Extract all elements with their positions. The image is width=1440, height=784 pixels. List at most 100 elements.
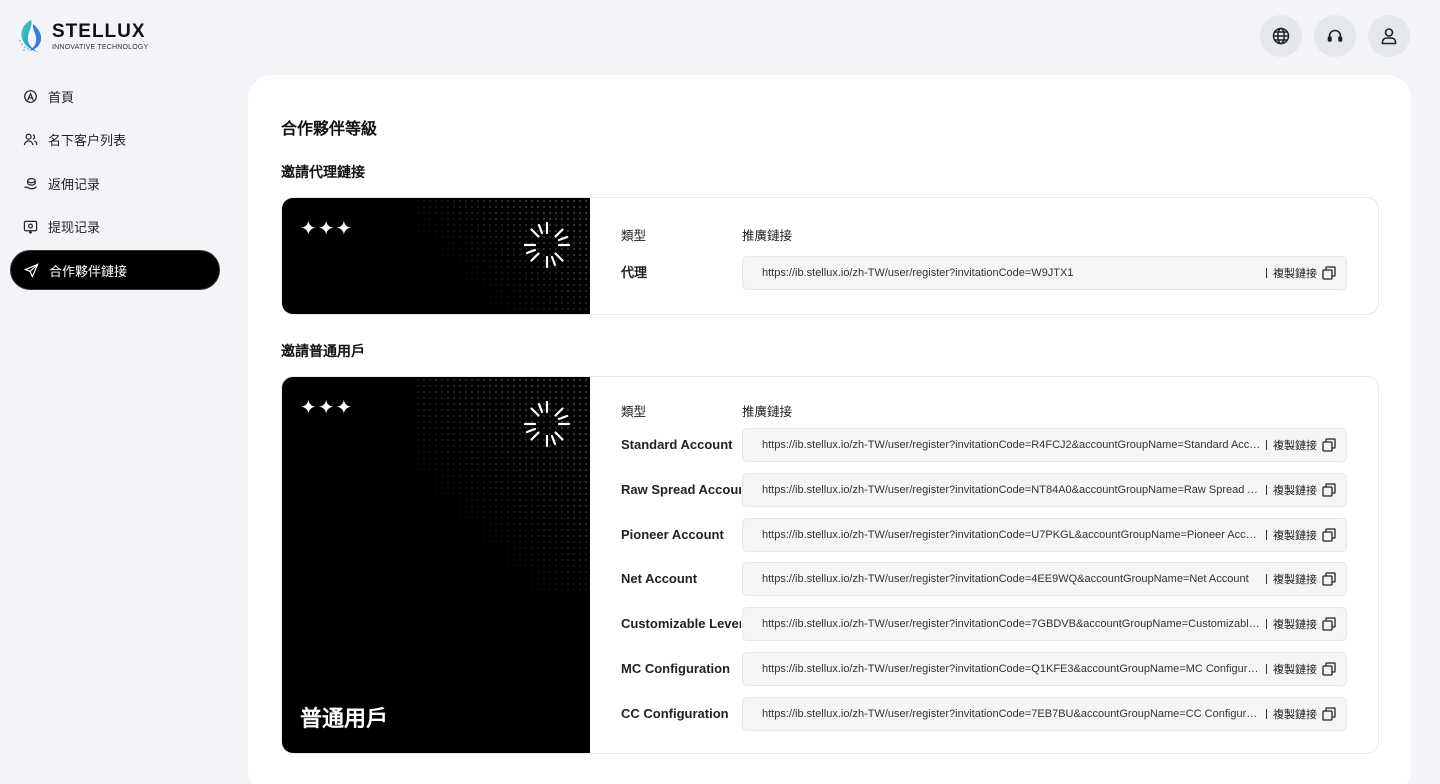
stars-icon: ✦✦✦ (300, 397, 354, 419)
link-row: Raw Spread Account https://ib.stellux.io/… (621, 472, 1347, 507)
copy-link-label: 複製鏈接 (1273, 708, 1317, 721)
link-url[interactable]: https://ib.stellux.io/zh-TW/user/registe… (743, 529, 1262, 541)
link-row: Standard Account https://ib.stellux.io/zh… (621, 428, 1347, 462)
sidebar-item-clients[interactable]: 名下客户列表 (10, 120, 220, 160)
link-url[interactable]: https://ib.stellux.io/zh-TW/user/registe… (743, 484, 1262, 496)
copy-icon (1322, 438, 1336, 452)
column-header-link: 推廣鏈接 (742, 405, 793, 419)
link-field[interactable]: https://ib.stellux.io/zh-TW/user/registe… (742, 607, 1347, 642)
link-field[interactable]: https://ib.stellux.io/zh-TW/user/registe… (742, 517, 1347, 552)
agent-banner: ✦✦✦ (282, 198, 590, 314)
headset-icon (1327, 29, 1343, 42)
agent-section-title: 邀請代理鏈接 (281, 164, 365, 180)
user-section-title: 邀請普通用戶 (281, 343, 365, 359)
link-url[interactable]: https://ib.stellux.io/zh-TW/user/registe… (743, 618, 1262, 630)
row-type-label: Net Account (621, 571, 698, 587)
main-panel: 合作夥伴等級 邀請代理鏈接 ✦✦✦ 類型 推廣鏈接 代理 https://ib.… (248, 75, 1411, 784)
link-row: Net Account https://ib.stellux.io/zh-TW/u… (621, 562, 1347, 597)
link-url[interactable]: https://ib.stellux.io/zh-TW/user/registe… (743, 267, 1262, 279)
sidebar-item-withdraw[interactable]: 提现记录 (10, 207, 220, 247)
link-field[interactable]: https://ib.stellux.io/zh-TW/user/registe… (742, 472, 1347, 507)
logo-name: STELLUX (52, 20, 146, 42)
sidebar-item-label: 合作夥伴鏈接 (49, 263, 128, 279)
copy-icon (1322, 617, 1336, 631)
link-field[interactable]: https://ib.stellux.io/zh-TW/user/registe… (742, 256, 1347, 290)
sidebar-item-label: 名下客户列表 (48, 133, 127, 148)
sidebar: 首頁 名下客户列表 返佣记录 提现记录 合作夥伴鏈接 (10, 76, 220, 294)
link-row: Pioneer Account https://ib.stellux.io/zh-… (621, 517, 1347, 552)
copy-link-button[interactable]: 複製鏈接 (1267, 571, 1346, 587)
copy-link-button[interactable]: 複製鏈接 (1267, 616, 1346, 632)
copy-link-label: 複製鏈接 (1273, 484, 1317, 497)
language-button[interactable] (1260, 15, 1302, 57)
sidebar-item-label: 提现记录 (48, 220, 101, 235)
link-url[interactable]: https://ib.stellux.io/zh-TW/user/registe… (743, 573, 1262, 585)
banner-label: 普通用戶 (300, 706, 389, 731)
sidebar-item-home[interactable]: 首頁 (10, 76, 220, 116)
header-actions (1260, 15, 1410, 57)
link-field[interactable]: https://ib.stellux.io/zh-TW/user/registe… (742, 428, 1347, 462)
link-row: CC Configuration https://ib.stellux.io/zh… (621, 696, 1347, 731)
copy-link-button[interactable]: 複製鏈接 (1267, 527, 1346, 543)
logo[interactable]: STELLUX INNOVATIVE TECHNOLOGY (16, 18, 148, 54)
withdraw-icon (23, 220, 38, 234)
row-type-label: Standard Account (621, 437, 733, 452)
column-header-type: 類型 (621, 229, 647, 243)
link-row: 代理 https://ib.stellux.io/zh-TW/user/regi… (621, 256, 1347, 290)
row-type-label: Pioneer Account (621, 526, 724, 542)
link-url[interactable]: https://ib.stellux.io/zh-TW/user/registe… (743, 663, 1262, 675)
copy-link-button[interactable]: 複製鏈接 (1267, 437, 1346, 453)
row-type-label: Customizable Leverage (621, 616, 741, 632)
logo-tagline: INNOVATIVE TECHNOLOGY (52, 43, 149, 51)
home-icon (24, 89, 37, 103)
column-header-type: 類型 (621, 405, 647, 419)
copy-link-button[interactable]: 複製鏈接 (1267, 482, 1346, 498)
copy-link-label: 複製鏈接 (1273, 529, 1317, 542)
copy-icon (1322, 707, 1336, 721)
copy-icon (1322, 266, 1336, 280)
commission-icon (24, 177, 37, 189)
sidebar-item-label: 返佣记录 (48, 176, 101, 192)
sparkle-icon (523, 400, 571, 448)
link-row: Customizable Leveragehttps://ib.stellux.… (621, 607, 1347, 642)
send-icon (24, 262, 39, 278)
sidebar-item-partner-links[interactable]: 合作夥伴鏈接 (10, 250, 220, 290)
row-type-label: CC Configuration (621, 705, 729, 721)
user-banner: ✦✦✦ 普通用戶 (282, 377, 590, 753)
users-icon (23, 133, 38, 146)
link-url[interactable]: https://ib.stellux.io/zh-TW/user/registe… (743, 439, 1262, 451)
sparkle-icon (523, 221, 571, 269)
copy-icon (1322, 483, 1336, 497)
link-field[interactable]: https://ib.stellux.io/zh-TW/user/registe… (742, 696, 1347, 731)
copy-link-button[interactable]: 複製鏈接 (1267, 661, 1346, 677)
copy-icon (1322, 662, 1336, 676)
globe-icon (1272, 27, 1290, 45)
page-title: 合作夥伴等級 (281, 121, 378, 138)
link-row: MC Configuration https://ib.stellux.io/zh… (621, 652, 1347, 686)
sidebar-item-commission[interactable]: 返佣记录 (10, 163, 220, 203)
copy-link-label: 複製鏈接 (1273, 574, 1317, 587)
user-link-content: 類型 推廣鏈接 Standard Account https://ib.stell… (590, 377, 1378, 753)
copy-icon (1322, 527, 1336, 542)
stars-icon: ✦✦✦ (300, 218, 354, 240)
user-icon (1381, 28, 1397, 45)
copy-link-label: 複製鏈接 (1273, 664, 1317, 676)
copy-link-button[interactable]: 複製鏈接 (1267, 265, 1346, 281)
user-link-card: ✦✦✦ 普通用戶 類型 推廣鏈接 Standard Account https:/… (281, 376, 1379, 754)
copy-link-label: 複製鏈接 (1273, 268, 1317, 280)
profile-button[interactable] (1368, 15, 1410, 57)
row-type-label: MC Configuration (621, 661, 731, 676)
agent-link-content: 類型 推廣鏈接 代理 https://ib.stellux.io/zh-TW/u… (590, 198, 1378, 314)
copy-link-label: 複製鏈接 (1273, 619, 1317, 632)
copy-link-label: 複製鏈接 (1273, 440, 1317, 452)
link-field[interactable]: https://ib.stellux.io/zh-TW/user/registe… (742, 652, 1347, 686)
support-button[interactable] (1314, 15, 1356, 57)
copy-link-button[interactable]: 複製鏈接 (1267, 706, 1346, 722)
copy-icon (1322, 572, 1336, 587)
column-header-link: 推廣鏈接 (742, 229, 793, 243)
row-type-label: 代理 (621, 265, 648, 280)
link-field[interactable]: https://ib.stellux.io/zh-TW/user/registe… (742, 562, 1347, 597)
link-url[interactable]: https://ib.stellux.io/zh-TW/user/registe… (743, 708, 1262, 720)
sidebar-item-label: 首頁 (48, 89, 75, 105)
row-type-label: Raw Spread Account (621, 481, 741, 497)
